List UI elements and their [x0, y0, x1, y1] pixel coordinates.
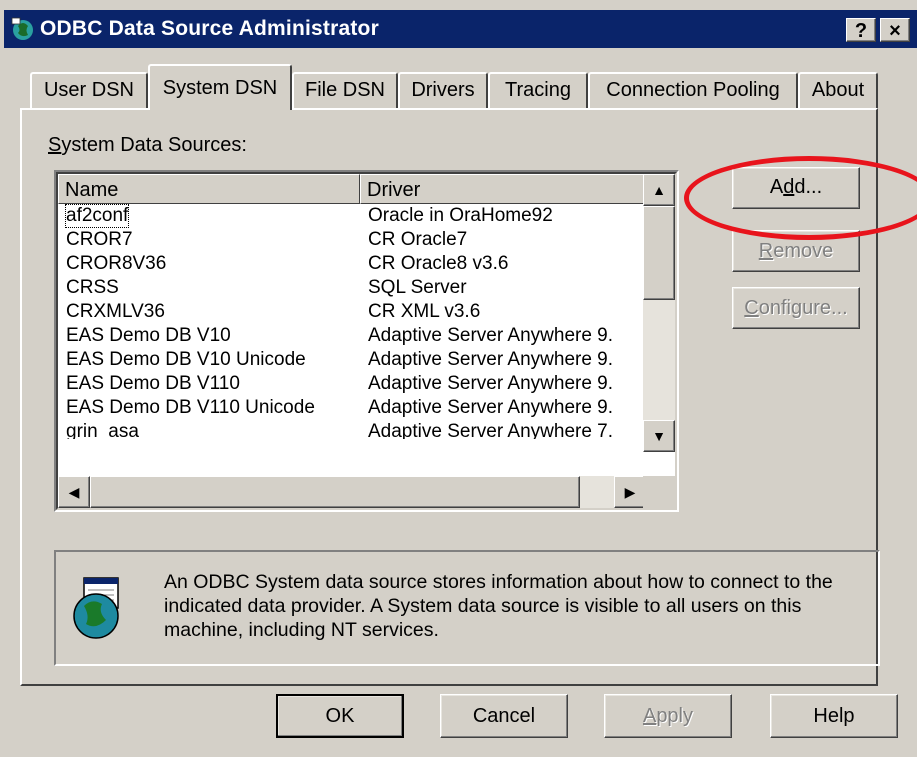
dsn-name: CRSS — [66, 277, 119, 298]
cancel-button[interactable]: Cancel — [440, 694, 568, 738]
list-item[interactable]: EAS Demo DB V110 Unicode Adaptive Server … — [66, 397, 646, 421]
dsn-name: CRXMLV36 — [66, 301, 165, 322]
scroll-right-arrow-icon[interactable]: ▶ — [614, 476, 646, 508]
info-description: An ODBC System data source stores inform… — [164, 571, 833, 641]
window-title: ODBC Data Source Administrator — [40, 17, 379, 40]
list-item[interactable]: CRSS SQL Server — [66, 277, 646, 301]
dsn-driver: SQL Server — [368, 277, 467, 298]
list-item[interactable]: EAS Demo DB V10 Unicode Adaptive Server A… — [66, 349, 646, 373]
tab-tracing[interactable]: Tracing — [488, 72, 588, 108]
list-item[interactable]: CROR8V36 CR Oracle8 v3.6 — [66, 253, 646, 277]
configure-accel: C — [744, 297, 759, 319]
list-item[interactable]: grin_asa Adaptive Server Anywhere 7. — [66, 421, 646, 439]
data-source-list[interactable]: Name Driver af2conf Oracle in OraHome92 C… — [54, 170, 679, 512]
configure-button[interactable]: Configure... — [732, 287, 860, 329]
dsn-driver: Adaptive Server Anywhere 9. — [368, 349, 614, 370]
dsn-name: EAS Demo DB V110 — [66, 373, 240, 394]
remove-button[interactable]: Remove — [732, 230, 860, 272]
apply-rest: pply — [656, 705, 694, 727]
dsn-driver: Adaptive Server Anywhere 9. — [368, 325, 614, 346]
list-item[interactable]: af2conf Oracle in OraHome92 — [64, 204, 646, 229]
add-button[interactable]: Add... — [732, 167, 860, 209]
list-item[interactable]: CROR7 CR Oracle7 — [66, 229, 646, 253]
dsn-driver: Adaptive Server Anywhere 9. — [368, 373, 614, 394]
list-item[interactable]: EAS Demo DB V10 Adaptive Server Anywhere … — [66, 325, 646, 349]
ok-button[interactable]: OK — [276, 694, 404, 738]
scroll-up-arrow-icon[interactable]: ▲ — [643, 174, 675, 206]
dsn-driver: CR XML v3.6 — [368, 301, 481, 322]
tab-about[interactable]: About — [798, 72, 878, 108]
title-bar[interactable]: ODBC Data Source Administrator ? × — [4, 10, 917, 48]
odbc-dialog: ODBC Data Source Administrator ? × User … — [0, 0, 917, 757]
add-post: d... — [794, 176, 823, 198]
scroll-down-arrow-icon[interactable]: ▼ — [643, 420, 675, 452]
vertical-scrollbar[interactable]: ▲ ▼ — [643, 174, 675, 452]
tab-connection-pooling[interactable]: Connection Pooling — [588, 72, 798, 108]
dsn-name: EAS Demo DB V10 — [66, 325, 231, 346]
dsn-name: CROR7 — [66, 229, 133, 250]
help-title-button[interactable]: ? — [846, 18, 876, 42]
help-button[interactable]: Help — [770, 694, 898, 738]
add-accel: d — [783, 176, 795, 198]
dsn-name: EAS Demo DB V110 Unicode — [66, 397, 315, 418]
column-header-driver[interactable]: Driver — [360, 174, 646, 204]
label-text: ystem Data Sources: — [61, 134, 247, 156]
vertical-scroll-thumb[interactable] — [643, 206, 675, 300]
dsn-name: EAS Demo DB V10 Unicode — [66, 349, 306, 370]
scroll-left-arrow-icon[interactable]: ◀ — [58, 476, 90, 508]
remove-accel: R — [758, 240, 774, 262]
apply-accel: A — [642, 705, 657, 727]
configure-post: onfigure... — [758, 297, 848, 319]
tab-user-dsn[interactable]: User DSN — [30, 72, 148, 108]
dsn-name: af2conf — [64, 204, 130, 228]
dsn-driver: CR Oracle7 — [368, 229, 468, 250]
apply-button[interactable]: Apply — [604, 694, 732, 738]
tab-drivers[interactable]: Drivers — [398, 72, 488, 108]
add-pre: A — [769, 176, 784, 198]
system-data-sources-label: System Data Sources: — [48, 134, 247, 157]
list-frame: Name Driver af2conf Oracle in OraHome92 C… — [56, 172, 677, 510]
dsn-driver: Oracle in OraHome92 — [368, 205, 553, 226]
list-item[interactable]: CRXMLV36 CR XML v3.6 — [66, 301, 646, 325]
odbc-database-icon — [73, 577, 119, 639]
dsn-name: CROR8V36 — [66, 253, 167, 274]
tab-file-dsn[interactable]: File DSN — [292, 72, 398, 108]
scrollbar-corner — [643, 476, 675, 508]
column-header-name[interactable]: Name — [58, 174, 360, 204]
close-button[interactable]: × — [880, 18, 910, 42]
remove-post: emove — [773, 240, 834, 262]
info-box: An ODBC System data source stores inform… — [54, 550, 880, 666]
odbc-app-icon — [11, 17, 33, 40]
dsn-driver: Adaptive Server Anywhere 7. — [368, 421, 614, 439]
dsn-driver: CR Oracle8 v3.6 — [368, 253, 509, 274]
horizontal-scrollbar[interactable]: ◀ ▶ — [58, 476, 646, 508]
label-accelerator: S — [48, 134, 62, 156]
horizontal-scroll-thumb[interactable] — [90, 476, 580, 508]
tab-system-dsn[interactable]: System DSN — [148, 64, 292, 110]
dsn-driver: Adaptive Server Anywhere 9. — [368, 397, 614, 418]
list-item[interactable]: EAS Demo DB V110 Adaptive Server Anywhere… — [66, 373, 646, 397]
dsn-name: grin_asa — [66, 421, 139, 439]
